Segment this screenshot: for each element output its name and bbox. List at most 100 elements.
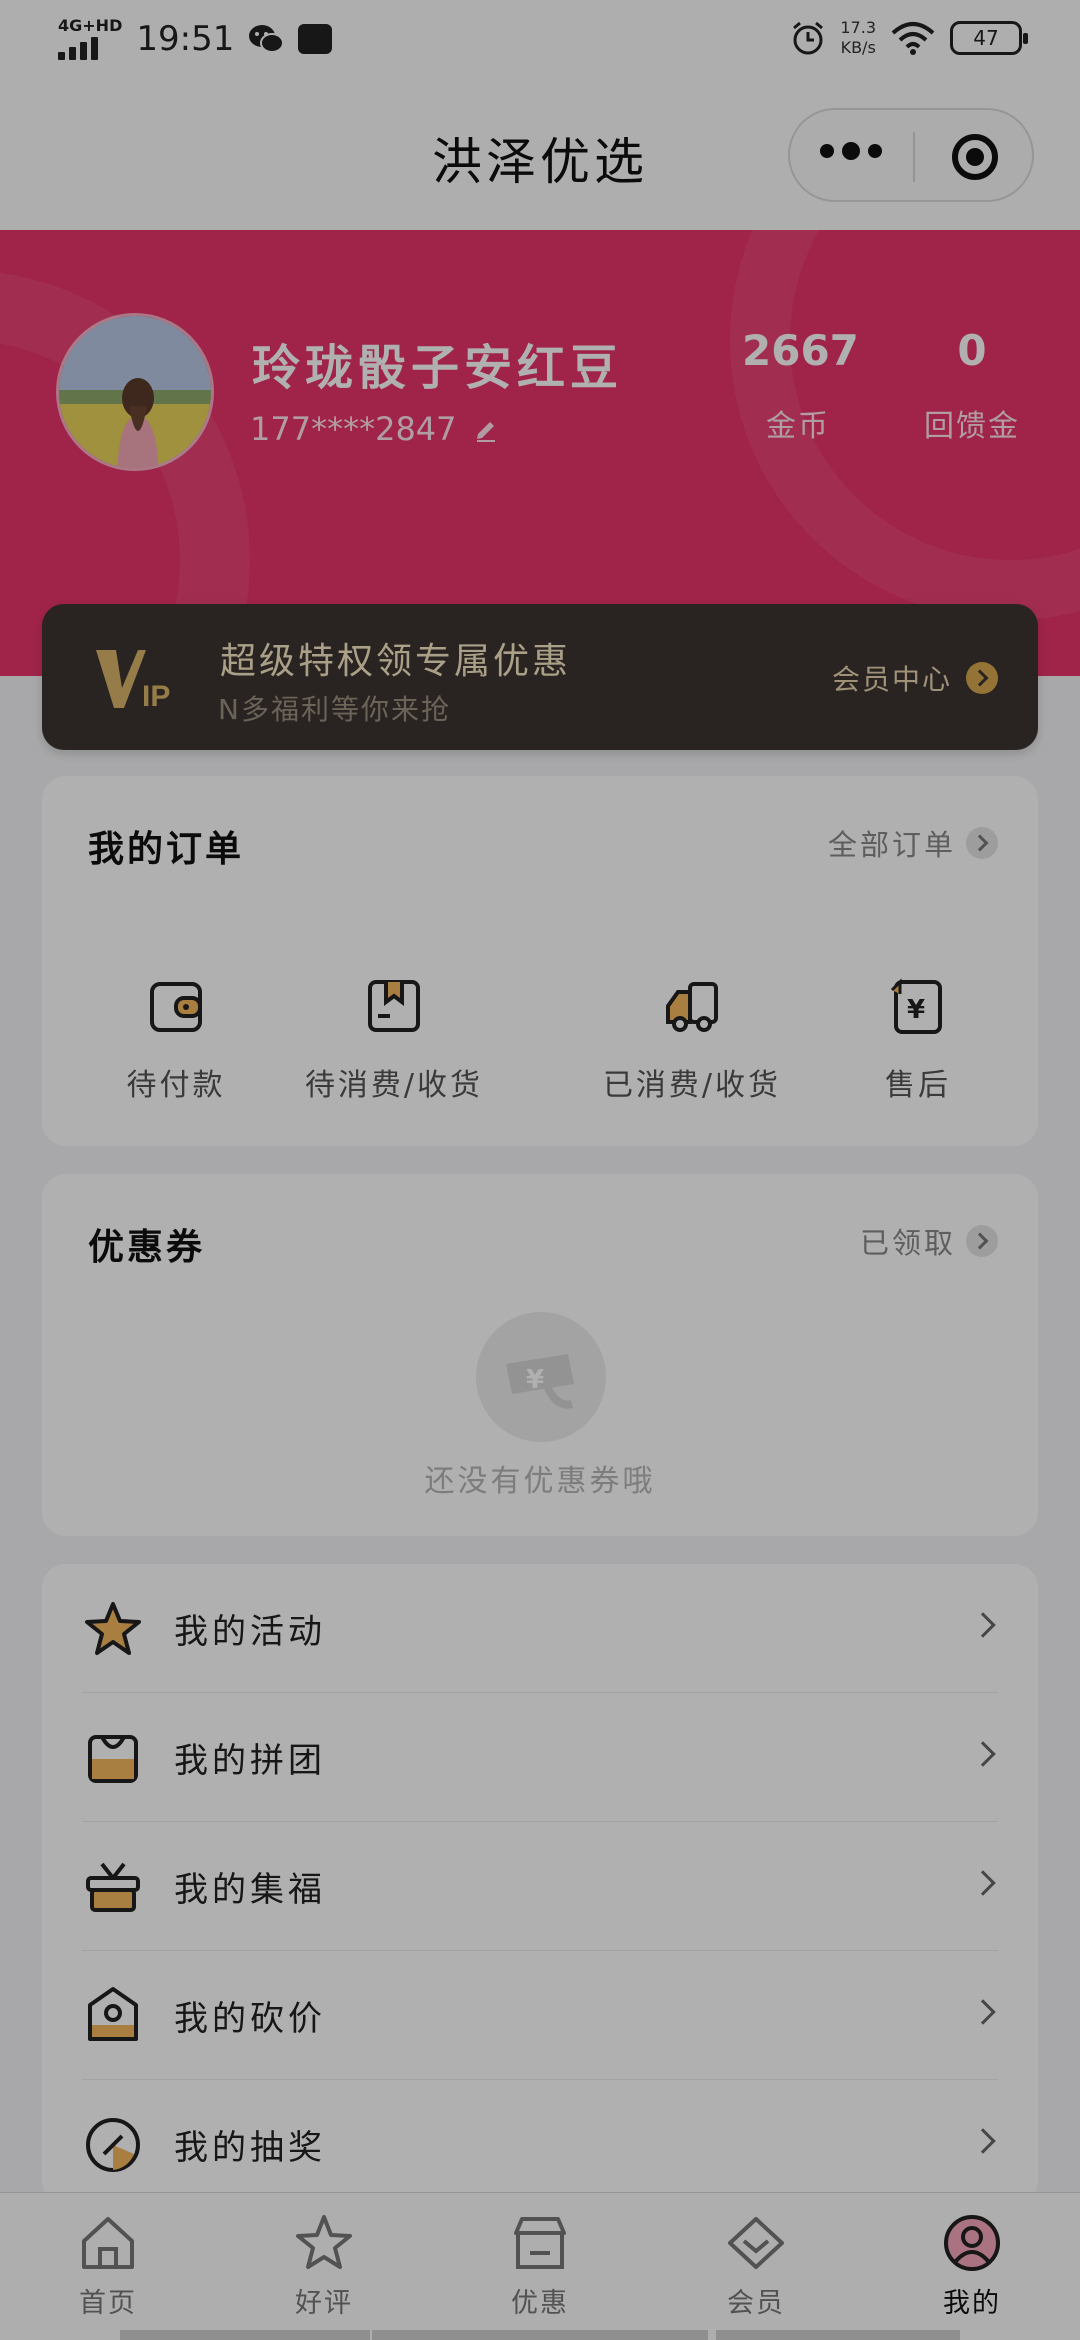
- tab-label: 优惠: [511, 2288, 569, 2319]
- vip-logo-icon: IP: [96, 650, 170, 713]
- refund-icon: ¥: [890, 978, 942, 1034]
- svg-text:IP: IP: [142, 680, 170, 713]
- wallet-icon: [150, 982, 202, 1032]
- order-label: 已消费/收货: [602, 1068, 782, 1103]
- chevron-right-icon: [970, 1870, 996, 1896]
- coins-stat[interactable]: 2667 金币: [742, 326, 859, 445]
- vip-subtitle: N多福利等你来抢: [218, 693, 451, 726]
- box-icon: [368, 980, 420, 1032]
- orders-title: 我的订单: [88, 829, 245, 870]
- empty-coupon-icon: ¥: [476, 1312, 606, 1442]
- capsule-menu: [788, 108, 1034, 202]
- menu-item-blessings[interactable]: 我的集福: [82, 1822, 998, 1951]
- menu-label: 我的砍价: [174, 1999, 326, 2039]
- svg-text:¥: ¥: [907, 995, 925, 1025]
- order-label: 售后: [885, 1068, 951, 1103]
- chevron-right-icon: [970, 2128, 996, 2154]
- message-icon: [298, 24, 333, 54]
- wifi-icon: [891, 22, 935, 55]
- user-name: 玲珑骰子安红豆: [252, 340, 624, 396]
- tab-label: 我的: [943, 2288, 1001, 2319]
- status-left: 4G+HD 19:51: [58, 18, 333, 60]
- order-label: 待付款: [126, 1068, 226, 1103]
- more-icon[interactable]: [820, 142, 882, 160]
- tab-reviews[interactable]: 好评: [264, 2211, 384, 2320]
- network-speed: 17.3 KB/s: [840, 18, 876, 57]
- edit-icon[interactable]: [473, 416, 499, 442]
- page: 4G+HD 19:51 17.3 KB/s 47 洪泽优选 玲珑骰子安红豆 17…: [0, 0, 1080, 2340]
- signal-icon: 4G+HD: [58, 18, 122, 60]
- coupons-title: 优惠券: [88, 1227, 206, 1268]
- chevron-right-icon: [970, 1612, 996, 1638]
- claimed-coupons-label: 已领取: [859, 1226, 956, 1260]
- status-bar: 4G+HD 19:51 17.3 KB/s 47: [0, 0, 1080, 84]
- order-pending-delivery[interactable]: 待消费/收货: [284, 976, 504, 1104]
- empty-coupons-text: 还没有优惠券哦: [424, 1464, 656, 1499]
- capsule-divider: [913, 132, 915, 182]
- bag-icon: [82, 1727, 144, 1789]
- chevron-right-icon: [970, 1741, 996, 1767]
- chevron-right-icon: [966, 827, 998, 859]
- review-star-icon: [296, 2215, 352, 2269]
- truck-icon: [666, 982, 718, 1032]
- rebate-value: 0: [957, 326, 987, 375]
- member-center-link[interactable]: 会员中心: [832, 658, 998, 698]
- status-right: 17.3 KB/s 47: [790, 18, 1028, 58]
- menu-item-lottery[interactable]: 我的抽奖: [82, 2080, 998, 2209]
- menu-item-activities[interactable]: 我的活动: [82, 1564, 998, 1693]
- all-orders-link[interactable]: 全部订单: [828, 822, 998, 864]
- member-center-label: 会员中心: [831, 663, 952, 696]
- claimed-coupons-link[interactable]: 已领取: [860, 1220, 998, 1262]
- bottom-tab-bar: 首页 好评 优惠 会员 我的: [0, 2192, 1080, 2340]
- vip-banner[interactable]: IP 超级特权领专属优惠 N多福利等你来抢 会员中心: [42, 604, 1038, 750]
- order-pending-payment[interactable]: 待付款: [66, 976, 286, 1104]
- menu-item-group-buy[interactable]: 我的拼团: [82, 1693, 998, 1822]
- svg-text:¥: ¥: [526, 1365, 544, 1395]
- tab-label: 会员: [727, 2288, 785, 2319]
- lottery-icon: [82, 2114, 144, 2176]
- rebate-label: 回馈金: [924, 409, 1020, 444]
- vip-title: 超级特权领专属优惠: [220, 641, 572, 682]
- menu-label: 我的抽奖: [174, 2128, 326, 2168]
- gift-icon: [82, 1856, 144, 1918]
- phone-number: 177****2847: [250, 410, 457, 448]
- coins-label: 金币: [766, 409, 830, 444]
- network-type: 4G+HD: [58, 16, 123, 35]
- alarm-icon: [793, 21, 824, 55]
- wechat-icon: [249, 25, 285, 53]
- chevron-right-icon: [966, 1225, 998, 1257]
- chevron-right-icon: [970, 1999, 996, 2025]
- status-time: 19:51: [136, 19, 235, 59]
- feature-menu-card: 我的活动 我的拼团 我的集福 我的砍价 我的抽奖: [42, 1564, 1038, 2204]
- diamond-icon: [728, 2217, 784, 2269]
- price-tag-icon: [82, 1985, 144, 2047]
- coupons-card: 优惠券 已领取 ¥ 还没有优惠券哦: [42, 1174, 1038, 1536]
- user-phone: 177****2847: [250, 410, 499, 448]
- menu-label: 我的拼团: [174, 1741, 326, 1781]
- tab-label: 首页: [79, 2288, 137, 2319]
- coins-value: 2667: [742, 326, 859, 375]
- home-indicator: [120, 2330, 370, 2340]
- home-icon: [82, 2217, 134, 2269]
- tab-mine[interactable]: 我的: [912, 2211, 1032, 2320]
- tab-home[interactable]: 首页: [48, 2211, 168, 2320]
- close-miniprogram-icon[interactable]: [952, 134, 998, 180]
- menu-label: 我的集福: [174, 1870, 326, 1910]
- star-icon: [82, 1598, 144, 1660]
- mini-program-header: 洪泽优选: [0, 84, 1080, 230]
- menu-item-bargain[interactable]: 我的砍价: [82, 1951, 998, 2080]
- tab-deals[interactable]: 优惠: [480, 2211, 600, 2320]
- order-after-sales[interactable]: ¥ 售后: [838, 976, 998, 1104]
- home-indicator: [372, 2330, 708, 2340]
- home-indicator: [716, 2330, 960, 2340]
- order-delivered[interactable]: 已消费/收货: [582, 976, 802, 1104]
- avatar[interactable]: [56, 313, 214, 471]
- battery-icon: 47: [950, 21, 1028, 55]
- order-label: 待消费/收货: [304, 1068, 484, 1103]
- orders-card: 我的订单 全部订单 待付款 待消费/收货 已消费/收货 ¥ 售后: [42, 776, 1038, 1146]
- user-icon: [944, 2215, 1000, 2271]
- tab-membership[interactable]: 会员: [696, 2211, 816, 2320]
- rebate-stat[interactable]: 0 回馈金: [916, 326, 1028, 445]
- all-orders-label: 全部订单: [827, 828, 956, 862]
- chevron-right-icon: [966, 662, 998, 694]
